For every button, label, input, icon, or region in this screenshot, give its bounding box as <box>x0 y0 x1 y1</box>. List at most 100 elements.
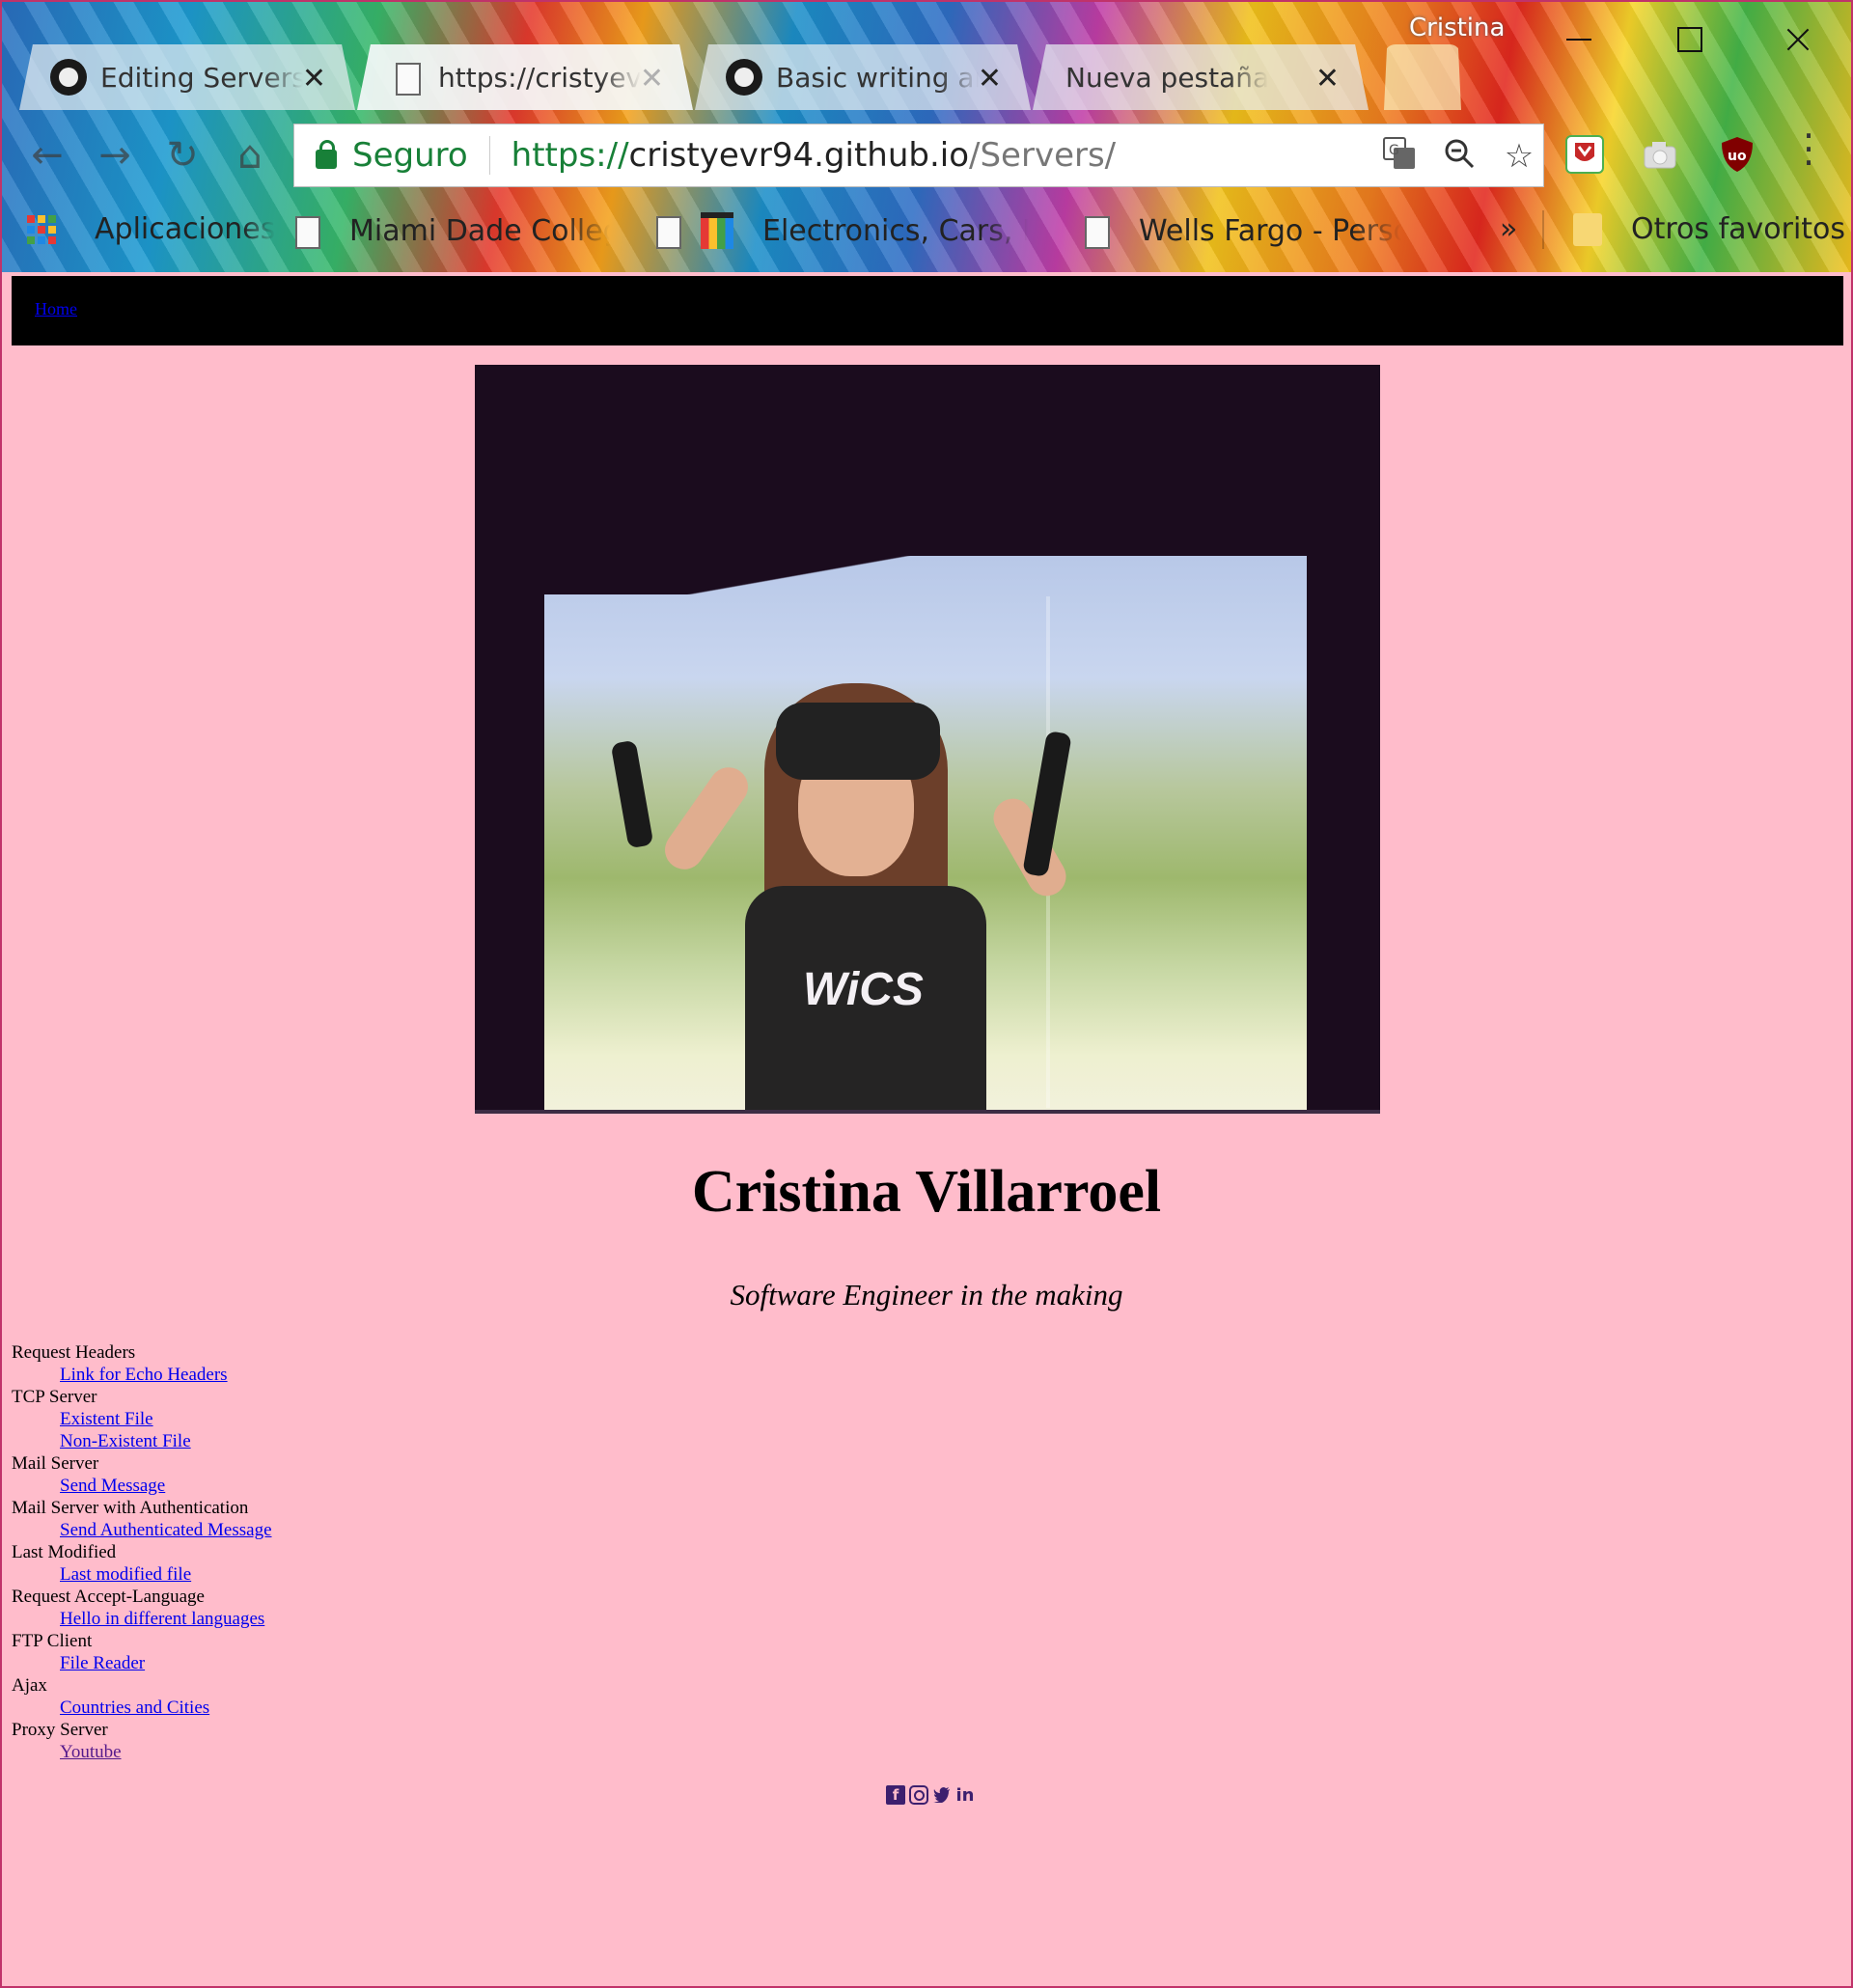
link-send-message[interactable]: Send Message <box>60 1476 165 1496</box>
reload-icon[interactable]: ↻ <box>160 133 205 178</box>
maximize-button[interactable] <box>1660 15 1718 64</box>
browser-chrome: Cristina Editing Servers/ ✕ https://cris… <box>2 2 1851 272</box>
tab-title: Editing Servers/ <box>100 61 303 94</box>
secure-label[interactable]: Seguro <box>352 136 468 175</box>
tab-title: Nueva pestaña <box>1065 61 1268 94</box>
github-icon <box>726 59 762 96</box>
link-file-reader[interactable]: File Reader <box>60 1653 145 1673</box>
section-title: Request Headers <box>12 1342 136 1363</box>
tab-nueva-pestana[interactable]: Nueva pestaña ✕ <box>1033 44 1369 110</box>
page-tagline: Software Engineer in the making <box>730 1278 1123 1312</box>
nav-home-link[interactable]: Home <box>35 299 77 319</box>
top-navbar: Home <box>12 276 1843 345</box>
page-content: Home WiCS Cristina Villarroel Software E… <box>2 270 1851 1986</box>
divider <box>488 136 490 175</box>
url-path: /Servers/ <box>969 136 1117 175</box>
section-title: Ajax <box>12 1675 47 1696</box>
list-item: Existent File <box>60 1408 272 1430</box>
section-title: Proxy Server <box>12 1720 108 1740</box>
menu-icon[interactable]: · · · <box>1799 118 1818 181</box>
document-icon <box>388 59 425 96</box>
folder-icon <box>1573 212 1602 246</box>
bookmark-other-favorites[interactable]: Otros favoritos <box>1573 212 1845 246</box>
bookmark-apps[interactable]: Aplicaciones <box>27 212 275 246</box>
list-item: Non-Existent File <box>60 1430 272 1452</box>
tab-basic-writing[interactable]: Basic writing and ✕ <box>695 44 1031 110</box>
camera-extension-icon[interactable] <box>1641 135 1679 174</box>
bookmark-wells-fargo[interactable]: Wells Fargo - Person <box>1077 212 1401 249</box>
tab-editing-servers[interactable]: Editing Servers/ ✕ <box>19 44 355 110</box>
close-tab-icon[interactable]: ✕ <box>302 62 326 96</box>
document-icon <box>649 212 681 249</box>
address-bar[interactable]: Seguro https://cristyevr94.github.io/Ser… <box>293 124 1544 187</box>
link-echo-headers[interactable]: Link for Echo Headers <box>60 1365 228 1385</box>
bookmark-miami-dade[interactable]: Miami Dade College <box>288 212 610 249</box>
shopping-bag-icon <box>701 212 733 249</box>
tab-title: Basic writing and <box>776 61 979 94</box>
page-title: Cristina Villarroel <box>691 1159 1162 1225</box>
link-hello-languages[interactable]: Hello in different languages <box>60 1609 264 1629</box>
profile-photo: WiCS <box>475 365 1380 1114</box>
svg-text:G: G <box>1389 143 1399 158</box>
document-icon <box>1077 212 1110 249</box>
vr-headset <box>776 703 940 780</box>
link-send-authenticated-message[interactable]: Send Authenticated Message <box>60 1520 272 1540</box>
lock-icon <box>316 140 337 169</box>
social-links: f in <box>886 1785 975 1806</box>
bookmark-label: Wells Fargo - Person <box>1139 213 1401 248</box>
close-tab-icon[interactable]: ✕ <box>978 62 1002 96</box>
url-text[interactable]: https://cristyevr94.github.io/Servers/ <box>512 136 1116 175</box>
bookmark-star-icon[interactable]: ☆ <box>1499 136 1539 177</box>
section-title: Request Accept-Language <box>12 1587 205 1607</box>
divider <box>1542 210 1544 249</box>
back-icon[interactable]: ← <box>25 133 69 178</box>
close-tab-icon[interactable]: ✕ <box>640 62 664 96</box>
link-existent-file[interactable]: Existent File <box>60 1409 153 1429</box>
bookmark-electronics[interactable]: Electronics, Cars, Fas <box>649 212 1028 249</box>
section-title: Mail Server <box>12 1453 99 1474</box>
close-tab-icon[interactable]: ✕ <box>1315 62 1340 96</box>
tab-cristyevr94[interactable]: https://cristyevr94 ✕ <box>357 44 693 110</box>
tab-title: https://cristyevr94 <box>438 61 641 94</box>
url-scheme: https:// <box>511 136 629 175</box>
list-item: Send Message <box>60 1475 272 1497</box>
link-countries-cities[interactable]: Countries and Cities <box>60 1698 209 1718</box>
link-non-existent-file[interactable]: Non-Existent File <box>60 1431 191 1451</box>
list-item: File Reader <box>60 1652 272 1674</box>
instagram-icon[interactable] <box>909 1785 928 1805</box>
link-youtube[interactable]: Youtube <box>60 1742 122 1762</box>
forward-icon[interactable]: → <box>93 133 137 178</box>
more-bookmarks-button[interactable]: » <box>1500 212 1517 246</box>
section-title: Last Modified <box>12 1542 117 1562</box>
list-item: Link for Echo Headers <box>60 1364 272 1386</box>
svg-text:uo: uo <box>1728 149 1747 164</box>
home-icon[interactable]: ⌂ <box>228 133 272 178</box>
close-window-button[interactable] <box>1770 15 1828 64</box>
photo-shirt-text: WiCS <box>803 964 924 1015</box>
linkedin-icon[interactable]: in <box>955 1785 975 1806</box>
section-title: FTP Client <box>12 1631 93 1651</box>
github-icon <box>50 59 87 96</box>
mcafee-extension-icon[interactable] <box>1565 135 1604 174</box>
facebook-icon[interactable]: f <box>886 1785 905 1805</box>
zoom-out-icon[interactable] <box>1439 136 1480 177</box>
new-tab-button[interactable] <box>1384 44 1461 110</box>
photo-person: WiCS <box>610 645 1073 1110</box>
server-links-list: Request Headers Link for Echo Headers TC… <box>12 1341 272 1763</box>
document-icon <box>288 212 320 249</box>
list-item: Hello in different languages <box>60 1608 272 1630</box>
bookmark-label: Electronics, Cars, Fas <box>762 213 1028 248</box>
minimize-button[interactable] <box>1550 15 1608 64</box>
link-last-modified-file[interactable]: Last modified file <box>60 1564 191 1585</box>
list-item: Youtube <box>60 1741 272 1763</box>
twitter-icon[interactable] <box>932 1785 952 1805</box>
translate-icon[interactable]: G <box>1379 136 1420 177</box>
profile-name[interactable]: Cristina <box>1409 14 1505 42</box>
bookmarks-bar: Aplicaciones Miami Dade College Electron… <box>2 201 1851 264</box>
bookmark-label: Miami Dade College <box>349 213 610 248</box>
section-title: Mail Server with Authentication <box>12 1498 249 1518</box>
apps-grid-icon <box>27 214 56 244</box>
section-title: TCP Server <box>12 1387 97 1407</box>
list-item: Countries and Cities <box>60 1697 272 1719</box>
ublock-extension-icon[interactable]: uo <box>1718 135 1756 174</box>
